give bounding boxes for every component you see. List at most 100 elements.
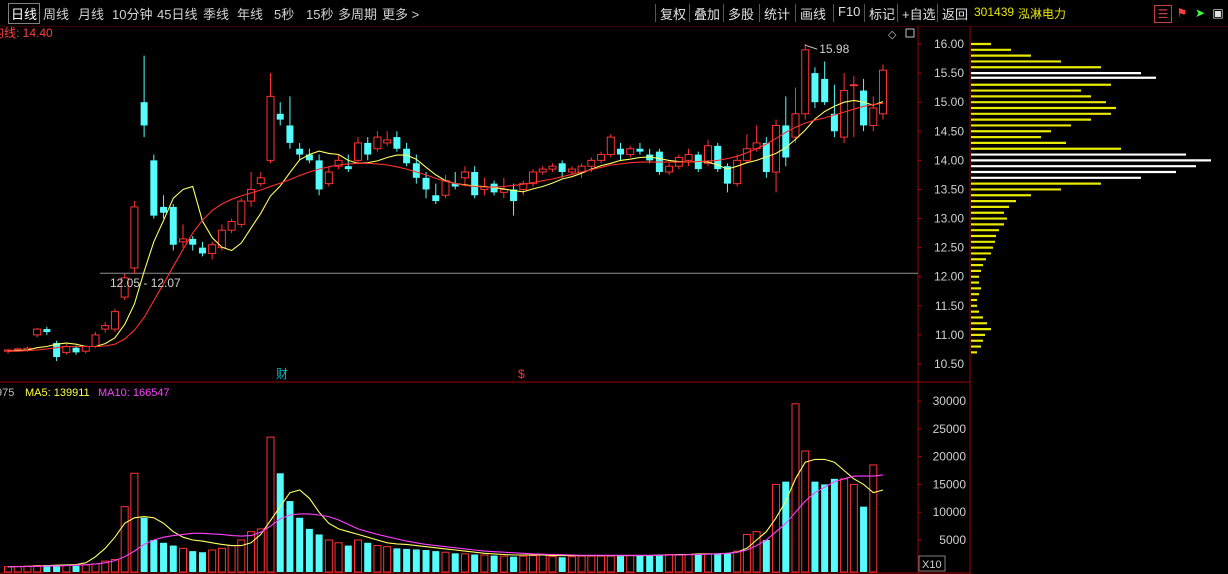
candle-body [811, 73, 819, 103]
candle-body [567, 168, 576, 173]
volume-bar [286, 501, 294, 572]
volume-bar [334, 542, 343, 573]
candle-body [665, 165, 674, 173]
toolbar-button-7[interactable]: +自选 [902, 4, 936, 23]
period-4[interactable]: 45日线 [157, 4, 197, 23]
toolbar-separator [723, 4, 724, 22]
stock-name: 泓淋电力 [1018, 7, 1067, 21]
volume-bar [150, 540, 158, 572]
volume-bar [324, 539, 333, 573]
candle-body [684, 154, 693, 161]
volume-bar [393, 548, 401, 572]
candle-body [548, 165, 557, 170]
toolbar-separator [897, 4, 898, 22]
toolbar-separator [795, 4, 796, 22]
candle-body [72, 347, 80, 353]
toolbar-separator [655, 4, 656, 22]
toolbar-button-1[interactable]: 叠加 [694, 4, 720, 23]
settings-icon[interactable]: ▣ [1210, 5, 1226, 21]
period-2[interactable]: 月线 [78, 4, 104, 23]
toolbar-button-4[interactable]: 画线 [800, 4, 826, 23]
candle-body [373, 136, 382, 150]
period-6[interactable]: 年线 [237, 4, 263, 23]
volume-bar [860, 506, 868, 572]
period-9[interactable]: 多周期 [338, 4, 377, 23]
volume-bar [441, 551, 450, 573]
candle-body [247, 188, 256, 202]
price-tick-label: 16.00 [934, 37, 964, 51]
candle-body [782, 125, 790, 158]
arrow-icon[interactable]: ➤ [1192, 5, 1208, 21]
volume-tick-label: 20000 [933, 450, 967, 464]
volume-bar [189, 551, 197, 572]
volume-bar [403, 548, 411, 572]
volume-tick-label: 30000 [933, 394, 967, 408]
period-8[interactable]: 15秒 [306, 4, 333, 23]
candle-body [179, 238, 187, 243]
volume-bar [704, 553, 712, 573]
toolbar-separator [833, 4, 834, 22]
candle-body [422, 177, 430, 190]
volume-bar [742, 533, 751, 573]
candle-body [33, 328, 42, 336]
volume-ma5-line [7, 458, 884, 568]
candle-body [460, 171, 469, 179]
candle-body [626, 148, 635, 156]
volume-bar [72, 565, 80, 572]
toolbar-separator [689, 4, 690, 22]
volume-bar [772, 483, 781, 573]
candle-body [160, 206, 168, 213]
candle-body [471, 172, 479, 196]
price-tick-label: 14.50 [934, 124, 964, 138]
candle-body [315, 160, 323, 190]
volume-bar [849, 483, 858, 573]
volume-bar [373, 545, 382, 573]
volume-tick-label: 25000 [933, 422, 967, 436]
kline-chart[interactable]: 16.00 15.50 15.00 14.50 14.00 13.50 13.00 12.50… [0, 26, 1228, 574]
volume-bar [266, 436, 275, 573]
volume-bar [247, 531, 256, 573]
period-1[interactable]: 周线 [43, 4, 69, 23]
toolbar-separator [864, 4, 865, 22]
period-0[interactable]: 日线 [8, 3, 41, 24]
candle-body [91, 334, 100, 348]
period-10[interactable]: 更多 > [382, 4, 419, 23]
toolbar-button-6[interactable]: 标记 [869, 4, 895, 23]
volume-bar [480, 554, 489, 573]
period-7[interactable]: 5秒 [274, 4, 294, 23]
candle-body [860, 90, 868, 126]
volume-tick-label: 5000 [939, 533, 966, 547]
candle-body [324, 171, 333, 185]
toolbar-button-8[interactable]: 返回 [942, 4, 968, 23]
toolbar-button-3[interactable]: 统计 [764, 4, 790, 23]
volume-bar [597, 555, 606, 573]
candle-body [198, 247, 206, 254]
period-5[interactable]: 季线 [203, 4, 229, 23]
flag-icon[interactable]: ⚑ [1174, 5, 1190, 21]
candle-body [344, 166, 352, 170]
candle-body [432, 195, 440, 202]
candle-body [733, 159, 742, 185]
price-tick-label: 13.00 [934, 212, 964, 226]
volume-bar [587, 555, 596, 573]
volume-bar [364, 542, 372, 572]
candle-body [266, 95, 275, 161]
volume-bar [169, 545, 177, 572]
candle-body [558, 163, 566, 172]
volume-bar [296, 517, 304, 572]
candle-body [879, 69, 887, 115]
volume-tick-label: 10000 [933, 505, 967, 519]
candle-body [13, 348, 22, 351]
price-tick-label: 10.50 [934, 357, 964, 371]
toolbar-button-2[interactable]: 多股 [728, 4, 754, 23]
volume-bar [315, 534, 323, 572]
window-icon [905, 28, 915, 38]
volume-bar [617, 556, 624, 572]
toolbar-button-0[interactable]: 复权 [660, 4, 686, 23]
toolbar-button-5[interactable]: F10 [838, 4, 860, 19]
list-icon[interactable]: ☰ [1154, 5, 1172, 23]
volume-bar [538, 554, 547, 573]
period-3[interactable]: 10分钟 [112, 4, 152, 23]
volume-bar [217, 547, 226, 573]
volume-bar [821, 484, 829, 572]
